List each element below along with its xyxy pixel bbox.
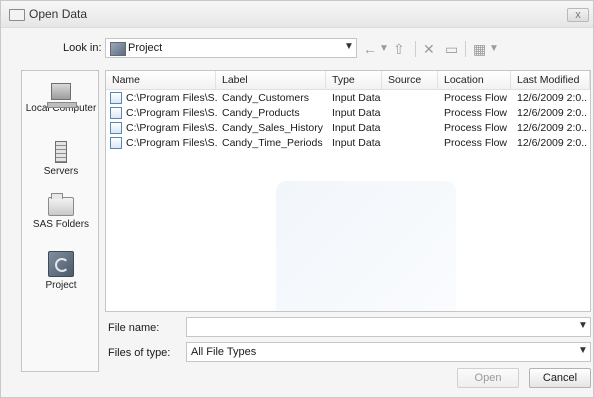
file-label: Candy_Sales_History: [222, 122, 323, 134]
navigation-toolbar: ← ▼ ⇧ ✕ ▭ ▦ ▼: [361, 38, 501, 60]
view-dropdown-icon[interactable]: ▼: [489, 40, 499, 58]
file-name-input[interactable]: ▼: [186, 317, 591, 337]
place-label: Project: [45, 280, 77, 291]
file-name: C:\Program Files\S...: [126, 122, 218, 134]
file-location: Process Flow: [444, 137, 508, 149]
list-item[interactable]: C:\Program Files\S... Candy_Customers In…: [106, 91, 590, 106]
project-icon: [110, 42, 126, 56]
file-last-modified: 12/6/2009 2:0...: [517, 122, 587, 134]
title-bar: Open Data x: [1, 1, 593, 28]
chevron-down-icon[interactable]: ▼: [578, 345, 588, 356]
new-folder-icon[interactable]: ▭: [445, 40, 458, 58]
file-label: Candy_Products: [222, 107, 300, 119]
column-header-last-modified[interactable]: Last Modified: [511, 71, 590, 89]
folder-open-icon: [9, 9, 25, 21]
file-location: Process Flow: [444, 122, 508, 134]
chevron-down-icon[interactable]: ▼: [578, 320, 588, 331]
file-list: Name Label Type Source Location Last Mod…: [105, 70, 591, 312]
file-type: Input Data: [332, 137, 381, 149]
file-location: Process Flow: [444, 92, 508, 104]
toolbar-separator: [465, 41, 466, 57]
column-header-type[interactable]: Type: [326, 71, 382, 89]
close-button[interactable]: x: [567, 8, 589, 22]
files-of-type-label: Files of type:: [108, 347, 171, 359]
file-source: [388, 106, 440, 121]
back-arrow-icon[interactable]: ←: [363, 40, 377, 58]
folder-icon: [48, 193, 74, 216]
open-button[interactable]: Open: [457, 368, 519, 388]
file-type: Input Data: [332, 122, 381, 134]
file-type: Input Data: [332, 92, 381, 104]
place-label: Servers: [43, 166, 79, 177]
files-of-type-dropdown[interactable]: All File Types ▼: [186, 342, 591, 362]
delete-icon[interactable]: ✕: [423, 40, 435, 58]
chevron-down-icon[interactable]: ▼: [344, 41, 354, 52]
column-header-source[interactable]: Source: [382, 71, 438, 89]
places-bar: Local Computer Servers SAS Folders Proje…: [21, 70, 99, 372]
list-item[interactable]: C:\Program Files\S... Candy_Products Inp…: [106, 106, 590, 121]
server-icon: [55, 141, 67, 163]
file-last-modified: 12/6/2009 2:0...: [517, 92, 587, 104]
look-in-label: Look in:: [63, 42, 102, 54]
data-file-icon: [110, 137, 122, 149]
cancel-button[interactable]: Cancel: [529, 368, 591, 388]
file-label: Candy_Customers: [222, 92, 309, 104]
file-last-modified: 12/6/2009 2:0...: [517, 107, 587, 119]
file-source: [388, 136, 440, 151]
file-type: Input Data: [332, 107, 381, 119]
files-of-type-value: All File Types: [191, 346, 257, 358]
file-source: [388, 91, 440, 106]
file-location: Process Flow: [444, 107, 508, 119]
column-header-location[interactable]: Location: [438, 71, 511, 89]
list-item[interactable]: C:\Program Files\S... Candy_Sales_Histor…: [106, 121, 590, 136]
file-name: C:\Program Files\S...: [126, 107, 218, 119]
data-file-icon: [110, 107, 122, 119]
file-name: C:\Program Files\S...: [126, 137, 218, 149]
project-icon: [48, 251, 74, 277]
back-dropdown-icon[interactable]: ▼: [379, 40, 389, 58]
look-in-dropdown[interactable]: Project ▼: [105, 38, 357, 58]
file-label: Candy_Time_Periods: [222, 137, 323, 149]
data-file-icon: [110, 122, 122, 134]
file-name: C:\Program Files\S...: [126, 92, 218, 104]
file-last-modified: 12/6/2009 2:0...: [517, 137, 587, 149]
book-watermark: [276, 181, 456, 311]
look-in-value: Project: [128, 42, 163, 54]
open-data-dialog: Open Data x Look in: Project ▼ ← ▼ ⇧ ✕ ▭…: [0, 0, 594, 398]
dialog-title: Open Data: [29, 7, 88, 21]
toolbar-separator: [415, 41, 416, 57]
place-project[interactable]: Project: [22, 251, 100, 291]
up-folder-icon[interactable]: ⇧: [393, 40, 405, 58]
place-local-computer[interactable]: Local Computer: [22, 83, 100, 114]
view-menu-icon[interactable]: ▦: [473, 40, 486, 58]
column-header-label[interactable]: Label: [216, 71, 326, 89]
file-name-label: File name:: [108, 322, 160, 334]
place-sas-folders[interactable]: SAS Folders: [22, 193, 100, 230]
place-label: SAS Folders: [32, 219, 90, 230]
data-file-icon: [110, 92, 122, 104]
computer-icon: [47, 83, 77, 108]
place-servers[interactable]: Servers: [22, 141, 100, 177]
column-header-name[interactable]: Name: [106, 71, 216, 89]
list-item[interactable]: C:\Program Files\S... Candy_Time_Periods…: [106, 136, 590, 151]
file-source: [388, 121, 440, 136]
